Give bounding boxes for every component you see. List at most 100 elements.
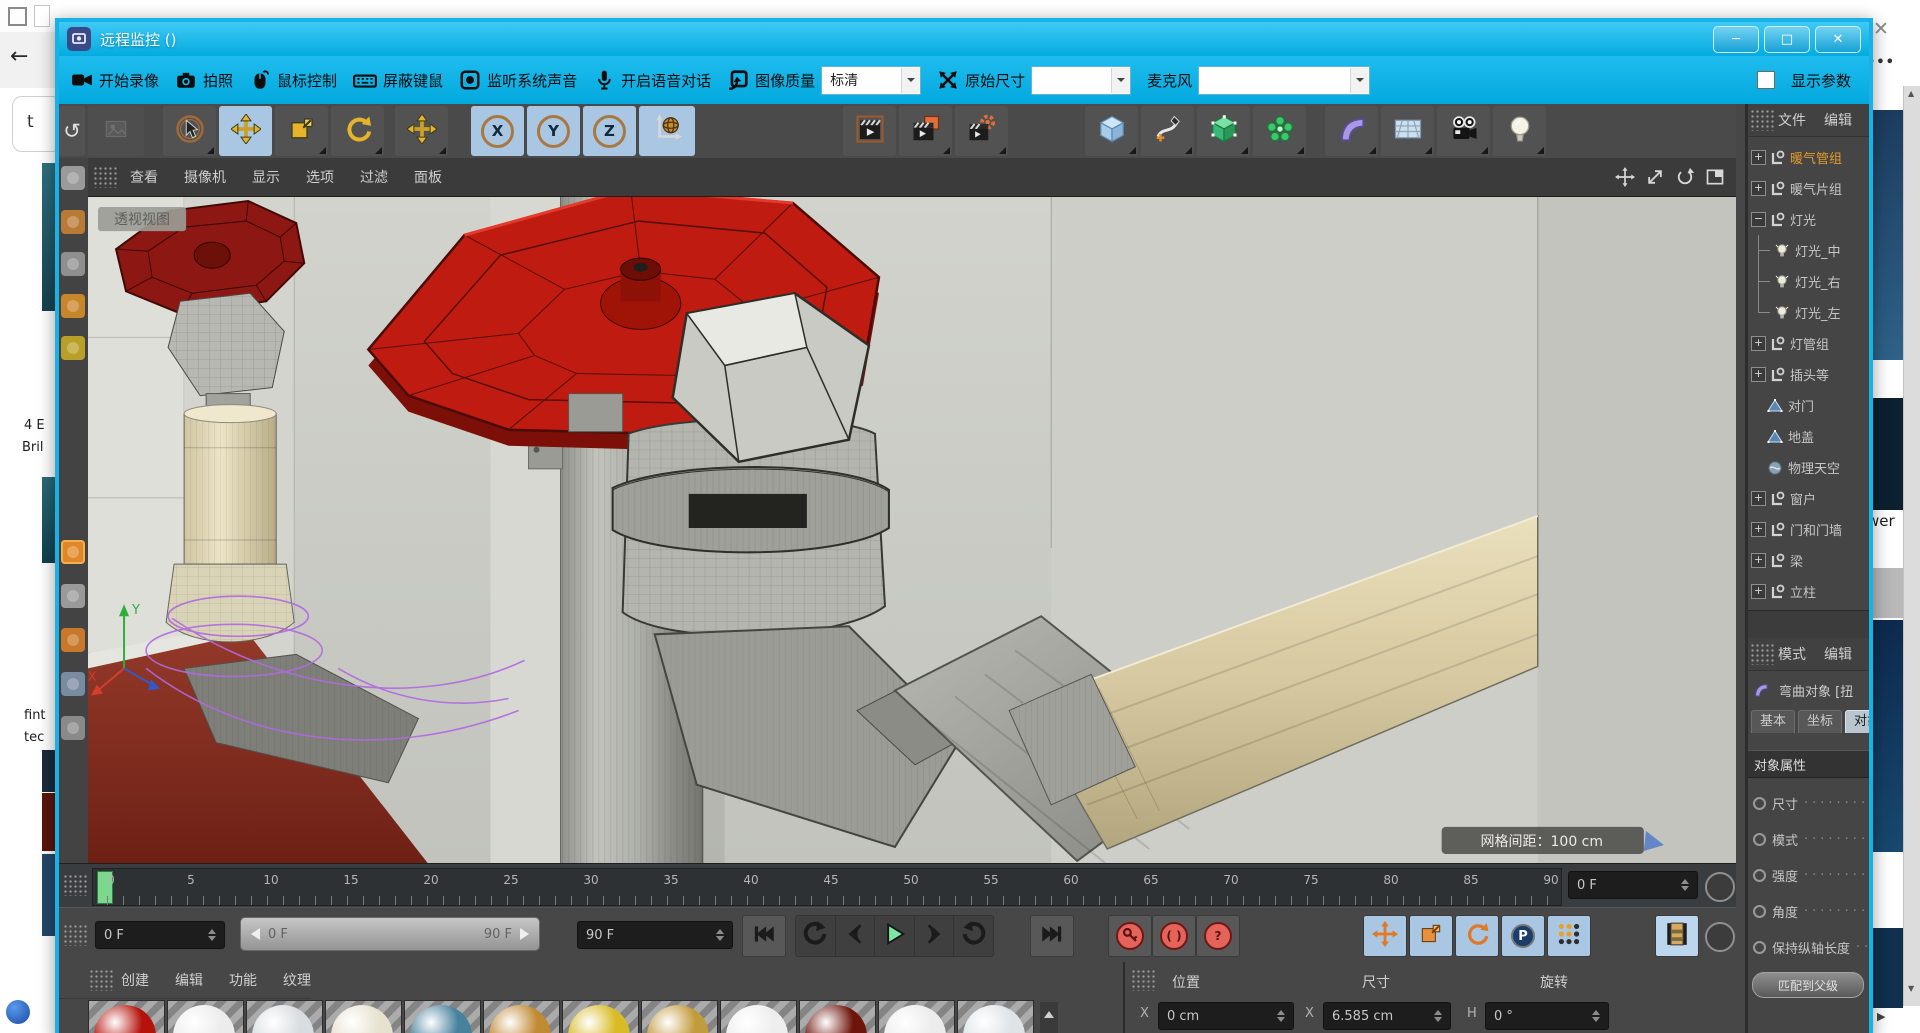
parameter-circle-icon[interactable] xyxy=(1753,833,1766,846)
close-button[interactable]: ✕ xyxy=(1815,26,1861,53)
goto-start-button[interactable] xyxy=(742,915,786,957)
object-tree-row[interactable]: 灯光_中 xyxy=(1748,235,1869,266)
undo-tool-button[interactable]: ↺ xyxy=(59,106,85,156)
timeline-window-button[interactable] xyxy=(1655,915,1699,957)
material-sphere[interactable] xyxy=(720,1000,797,1033)
goto-end-button[interactable] xyxy=(1030,915,1074,957)
move-tool-button[interactable] xyxy=(219,106,272,156)
spline-pen-button[interactable] xyxy=(1141,106,1194,156)
key-pla-button[interactable] xyxy=(1547,915,1591,957)
attribute-tab-3[interactable]: 对象 xyxy=(1845,710,1869,733)
prev-frame-button[interactable] xyxy=(836,916,876,956)
points-mode-icon[interactable] xyxy=(61,336,85,360)
attribute-property-row[interactable]: 模式 xyxy=(1748,824,1869,854)
edges-mode-icon[interactable] xyxy=(61,584,85,608)
spinner-icon[interactable] xyxy=(208,925,216,945)
camera-object-button[interactable] xyxy=(1437,106,1490,156)
rotate-tool-button[interactable] xyxy=(331,106,384,156)
spinner-icon[interactable] xyxy=(1681,875,1689,895)
material-sphere[interactable] xyxy=(562,1000,639,1033)
scroll-down-icon[interactable]: ▼ xyxy=(1908,984,1914,993)
viewport-menu-item[interactable]: 显示 xyxy=(239,167,293,187)
subdivision-surface-button[interactable] xyxy=(1197,106,1250,156)
scroll-up-icon[interactable]: ▲ xyxy=(1908,89,1914,98)
expand-icon[interactable] xyxy=(1751,522,1766,537)
material-sphere[interactable] xyxy=(88,1000,165,1033)
panel-grip[interactable] xyxy=(1131,969,1155,991)
frame-counter-field[interactable]: 0 F xyxy=(1568,871,1698,899)
attribute-property-row[interactable]: 保持纵轴长度 xyxy=(1748,932,1869,962)
current-frame-field[interactable]: 0 F xyxy=(95,921,225,949)
picture-viewer-button[interactable] xyxy=(88,106,144,156)
add-cube-primitive-button[interactable] xyxy=(1085,106,1138,156)
attribute-property-row[interactable]: 角度 xyxy=(1748,896,1869,926)
key-rotation-button[interactable] xyxy=(1455,915,1499,957)
viewport-menu-item[interactable]: 面板 xyxy=(401,167,455,187)
fit-to-parent-button[interactable]: 匹配到父级 xyxy=(1752,972,1864,998)
coordinate-system-button[interactable] xyxy=(639,106,695,156)
minimize-button[interactable]: ─ xyxy=(1713,26,1759,53)
last-used-tool-button[interactable] xyxy=(395,106,448,156)
material-sphere[interactable] xyxy=(246,1000,323,1033)
material-sphere[interactable] xyxy=(641,1000,718,1033)
viewport-rotate-icon[interactable] xyxy=(1672,164,1698,190)
key-parameter-button[interactable]: P xyxy=(1501,915,1545,957)
start-recording-button[interactable]: 开始录像 xyxy=(71,69,159,91)
key-position-button[interactable] xyxy=(1363,915,1407,957)
next-frame-button[interactable] xyxy=(915,916,955,956)
axis-lock-icon[interactable] xyxy=(61,672,85,696)
range-right-arrow-icon[interactable] xyxy=(520,928,529,940)
viewport-pan-icon[interactable] xyxy=(1612,164,1638,190)
original-size-group-dropdown[interactable] xyxy=(1031,66,1131,95)
mouse-control-button[interactable]: 鼠标控制 xyxy=(249,69,337,91)
viewport-toggle-icon[interactable] xyxy=(1702,164,1728,190)
light-object-button[interactable] xyxy=(1493,106,1546,156)
timeline-ruler[interactable]: 051015202530354045505560657075808590 xyxy=(92,868,1562,906)
texture-axis-icon[interactable] xyxy=(61,540,85,564)
record-keyframe-button[interactable] xyxy=(1108,915,1152,957)
spinner-icon[interactable] xyxy=(1277,1006,1285,1026)
next-key-button[interactable] xyxy=(954,916,993,956)
lock-x-axis-button[interactable]: X xyxy=(471,106,524,156)
parameter-circle-icon[interactable] xyxy=(1753,869,1766,882)
range-left-arrow-icon[interactable] xyxy=(251,928,260,940)
object-tree-row[interactable]: 灯光_右 xyxy=(1748,266,1869,297)
object-tree-row[interactable]: 门和门墙 xyxy=(1748,514,1869,545)
expand-icon[interactable] xyxy=(1751,491,1766,506)
material-menu-item[interactable]: 编辑 xyxy=(175,970,203,990)
snapshot-button[interactable]: 拍照 xyxy=(175,69,233,91)
material-menu-item[interactable]: 功能 xyxy=(229,970,257,990)
select-tool-button[interactable] xyxy=(163,106,216,156)
autokey-button[interactable]: ( ) xyxy=(1152,915,1196,957)
object-tree-row[interactable]: 对门 xyxy=(1748,390,1869,421)
material-sphere[interactable] xyxy=(957,1000,1034,1033)
material-menu-item[interactable]: 纹理 xyxy=(283,970,311,990)
material-sphere[interactable] xyxy=(878,1000,955,1033)
parameter-circle-icon[interactable] xyxy=(1753,941,1766,954)
expand-icon[interactable] xyxy=(1751,553,1766,568)
attribute-tab-1[interactable]: 基本 xyxy=(1751,710,1795,733)
close-icon[interactable]: ✕ xyxy=(1873,18,1889,40)
maximize-button[interactable]: □ xyxy=(1764,26,1810,53)
chevron-down-icon[interactable] xyxy=(1111,68,1129,93)
back-icon[interactable]: ← xyxy=(10,44,28,69)
object-tree-row[interactable]: 灯光 xyxy=(1748,204,1869,235)
prev-key-button[interactable] xyxy=(796,916,836,956)
parameter-circle-icon[interactable] xyxy=(1753,797,1766,810)
object-tree-row[interactable]: 暖气管组 xyxy=(1748,142,1869,173)
viewport-menu-item[interactable]: 摄像机 xyxy=(171,167,239,187)
viewport-zoom-icon[interactable] xyxy=(1642,164,1668,190)
object-manager-menu-item[interactable]: 编辑 xyxy=(1824,110,1852,130)
position-x-field[interactable]: 0 cm xyxy=(1158,1002,1294,1030)
listen-system-audio-button[interactable]: 监听系统声音 xyxy=(459,69,577,91)
workplane-icon[interactable] xyxy=(61,294,85,318)
expand-icon[interactable] xyxy=(1751,150,1766,165)
scale-tool-button[interactable] xyxy=(275,106,328,156)
frame-range-slider[interactable]: 0 F 90 F xyxy=(240,917,540,951)
object-manager-menu-item[interactable]: 文件 xyxy=(1778,110,1806,130)
chevron-down-icon[interactable] xyxy=(1350,68,1368,93)
attribute-tab-2[interactable]: 坐标 xyxy=(1798,710,1842,733)
render-view-button[interactable] xyxy=(843,106,896,156)
panel-grip[interactable] xyxy=(1750,109,1774,131)
object-tree-row[interactable]: 暖气片组 xyxy=(1748,173,1869,204)
